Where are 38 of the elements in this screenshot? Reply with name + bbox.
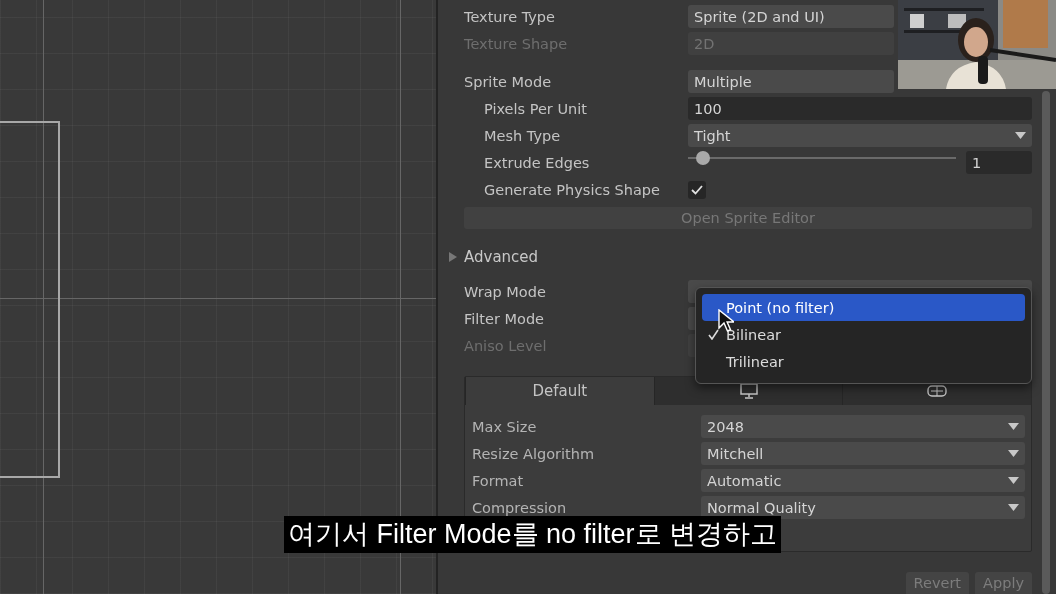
web-icon <box>927 385 948 397</box>
dropdown[interactable]: Multiple <box>688 70 894 93</box>
property-label: Wrap Mode <box>464 283 547 300</box>
number-field[interactable]: 1 <box>966 151 1032 174</box>
property-label: Resize Algorithm <box>472 445 596 462</box>
slider-thumb[interactable] <box>695 151 710 165</box>
input-field[interactable]: 100 <box>688 97 1032 120</box>
dropdown[interactable]: Automatic <box>701 469 1025 492</box>
menu-item[interactable]: Trilinear <box>702 348 1025 375</box>
dropdown[interactable]: 2048 <box>701 415 1025 438</box>
dropdown[interactable]: Sprite (2D and UI) <box>688 5 894 28</box>
property-label: Extrude Edges <box>484 154 591 171</box>
caret-icon <box>1008 504 1019 511</box>
dropdown[interactable]: Normal Quality <box>701 496 1025 519</box>
monitor-icon <box>739 383 758 399</box>
property-label: Compression <box>472 499 568 516</box>
property-label: Format <box>472 472 525 489</box>
foldout-arrow-icon[interactable] <box>448 251 458 262</box>
subtitle: 여기서 Filter Mode를 no filter로 변경하고 <box>284 516 782 553</box>
dropdown[interactable]: Mitchell <box>701 442 1025 465</box>
property-label: Max Size <box>472 418 538 435</box>
caret-icon <box>1008 450 1019 457</box>
check-icon <box>708 329 719 340</box>
property-label: Filter Mode <box>464 310 546 327</box>
property-label: Texture Type <box>464 8 556 25</box>
property-label: Mesh Type <box>484 127 562 144</box>
property-label: Sprite Mode <box>464 73 553 90</box>
dropdown[interactable]: Tight <box>688 124 1032 147</box>
menu-item[interactable]: Bilinear <box>702 321 1025 348</box>
caret-icon <box>1008 423 1019 430</box>
caret-icon <box>1008 477 1019 484</box>
scrollbar[interactable] <box>1042 91 1050 594</box>
checkbox[interactable] <box>688 180 706 199</box>
property-label: Generate Physics Shape <box>484 181 661 198</box>
section-title: Advanced <box>464 247 539 266</box>
caret-icon <box>1015 132 1026 139</box>
property-label: Pixels Per Unit <box>484 100 588 117</box>
menu-item[interactable]: Point (no filter) <box>702 294 1025 321</box>
